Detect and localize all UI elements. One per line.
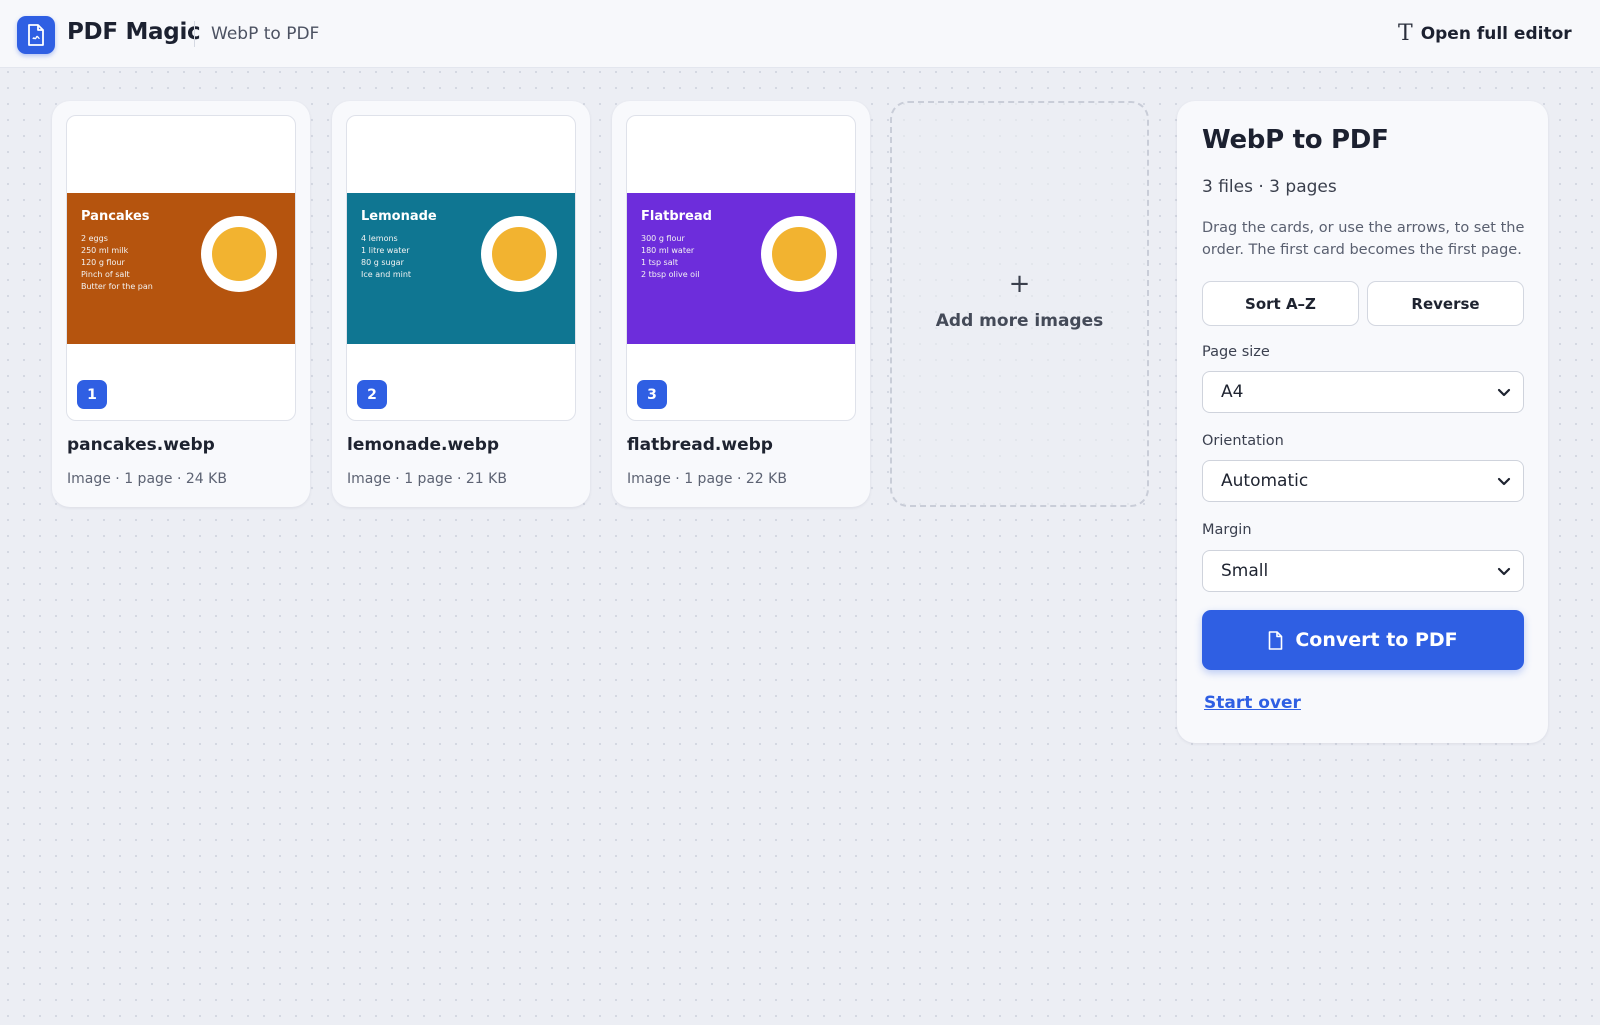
add-more-images-dropzone[interactable]: + Add more images xyxy=(890,101,1149,507)
open-full-editor-button[interactable]: T Open full editor xyxy=(1398,18,1572,50)
add-more-images-label: Add more images xyxy=(935,311,1104,331)
file-card-3[interactable]: Flatbread 300 g flour 180 ml water 1 tsp… xyxy=(612,101,870,507)
plate-center xyxy=(772,227,826,281)
thumbnail-line: 300 g flour xyxy=(641,234,685,243)
chevron-down-icon xyxy=(1497,567,1511,576)
order-badge: 2 xyxy=(357,380,387,409)
thumbnail-line: 2 eggs xyxy=(81,234,108,243)
tool-subtitle: WebP to PDF xyxy=(211,24,320,44)
margin-select[interactable]: Small xyxy=(1202,550,1524,592)
orientation-select[interactable]: Automatic xyxy=(1202,460,1524,502)
open-full-editor-label: Open full editor xyxy=(1420,24,1572,44)
thumbnail-lines: 2 eggs 250 ml milk 120 g flour Pinch of … xyxy=(81,233,153,293)
margin-value: Small xyxy=(1221,561,1269,581)
thumbnail-line: 1 litre water xyxy=(361,246,410,255)
file-meta: Image · 1 page · 21 KB xyxy=(347,471,507,487)
app-logo[interactable] xyxy=(17,16,55,54)
convert-to-pdf-button[interactable]: Convert to PDF xyxy=(1202,610,1524,670)
thumbnail-line: Pinch of salt xyxy=(81,270,130,279)
top-bar: PDF Magic WebP to PDF T Open full editor xyxy=(0,0,1600,68)
pdf-file-icon xyxy=(28,24,44,46)
thumbnail-line: 80 g sugar xyxy=(361,258,404,267)
file-card-2[interactable]: Lemonade 4 lemons 1 litre water 80 g sug… xyxy=(332,101,590,507)
file-thumbnail: Lemonade 4 lemons 1 litre water 80 g sug… xyxy=(346,115,576,421)
plate-center xyxy=(492,227,546,281)
thumbnail-band: Lemonade 4 lemons 1 litre water 80 g sug… xyxy=(347,193,575,344)
thumbnail-line: 2 tbsp olive oil xyxy=(641,270,700,279)
thumbnail-lines: 300 g flour 180 ml water 1 tsp salt 2 tb… xyxy=(641,233,700,281)
convert-to-pdf-label: Convert to PDF xyxy=(1295,629,1458,651)
file-count: 3 files · 3 pages xyxy=(1202,177,1337,197)
thumbnail-title: Lemonade xyxy=(361,209,437,224)
text-icon: T xyxy=(1398,21,1413,46)
thumbnail-line: Butter for the pan xyxy=(81,282,153,291)
page-size-select[interactable]: A4 xyxy=(1202,371,1524,413)
file-name: lemonade.webp xyxy=(347,435,500,455)
sort-a-z-button[interactable]: Sort A–Z xyxy=(1202,281,1359,326)
thumbnail-line: 180 ml water xyxy=(641,246,695,255)
plate-illustration xyxy=(481,216,557,292)
reverse-button[interactable]: Reverse xyxy=(1367,281,1524,326)
thumbnail-lines: 4 lemons 1 litre water 80 g sugar Ice an… xyxy=(361,233,411,281)
order-badge: 1 xyxy=(77,380,107,409)
thumbnail-band: Flatbread 300 g flour 180 ml water 1 tsp… xyxy=(627,193,855,344)
panel-title: WebP to PDF xyxy=(1202,125,1389,155)
margin-label: Margin xyxy=(1202,522,1252,538)
file-card-1[interactable]: Pancakes 2 eggs 250 ml milk 120 g flour … xyxy=(52,101,310,507)
plate-illustration xyxy=(761,216,837,292)
file-name: pancakes.webp xyxy=(67,435,215,455)
thumbnail-line: Ice and mint xyxy=(361,270,412,279)
file-meta: Image · 1 page · 22 KB xyxy=(627,471,787,487)
chevron-down-icon xyxy=(1497,388,1511,397)
thumbnail-line: 250 ml milk xyxy=(81,246,129,255)
chevron-down-icon xyxy=(1497,477,1511,486)
page-size-value: A4 xyxy=(1221,382,1244,402)
plate-illustration xyxy=(201,216,277,292)
page-size-label: Page size xyxy=(1202,344,1270,360)
orientation-label: Orientation xyxy=(1202,433,1284,449)
plate-center xyxy=(212,227,266,281)
brand-name: PDF Magic xyxy=(67,19,201,45)
file-meta: Image · 1 page · 24 KB xyxy=(67,471,227,487)
thumbnail-line: 4 lemons xyxy=(361,234,398,243)
document-icon xyxy=(1269,630,1283,650)
thumbnail-band: Pancakes 2 eggs 250 ml milk 120 g flour … xyxy=(67,193,295,344)
thumbnail-line: 1 tsp salt xyxy=(641,258,678,267)
order-badge: 3 xyxy=(637,380,667,409)
file-thumbnail: Pancakes 2 eggs 250 ml milk 120 g flour … xyxy=(66,115,296,421)
file-thumbnail: Flatbread 300 g flour 180 ml water 1 tsp… xyxy=(626,115,856,421)
thumbnail-title: Pancakes xyxy=(81,209,150,224)
help-text: Drag the cards, or use the arrows, to se… xyxy=(1202,220,1525,258)
divider xyxy=(194,21,195,47)
thumbnail-line: 120 g flour xyxy=(81,258,125,267)
orientation-value: Automatic xyxy=(1221,471,1309,491)
file-name: flatbread.webp xyxy=(627,435,773,455)
settings-panel: WebP to PDF 3 files · 3 pages Drag the c… xyxy=(1177,101,1548,743)
start-over-link[interactable]: Start over xyxy=(1204,693,1301,713)
plus-icon: + xyxy=(1008,269,1031,299)
thumbnail-title: Flatbread xyxy=(641,209,712,224)
